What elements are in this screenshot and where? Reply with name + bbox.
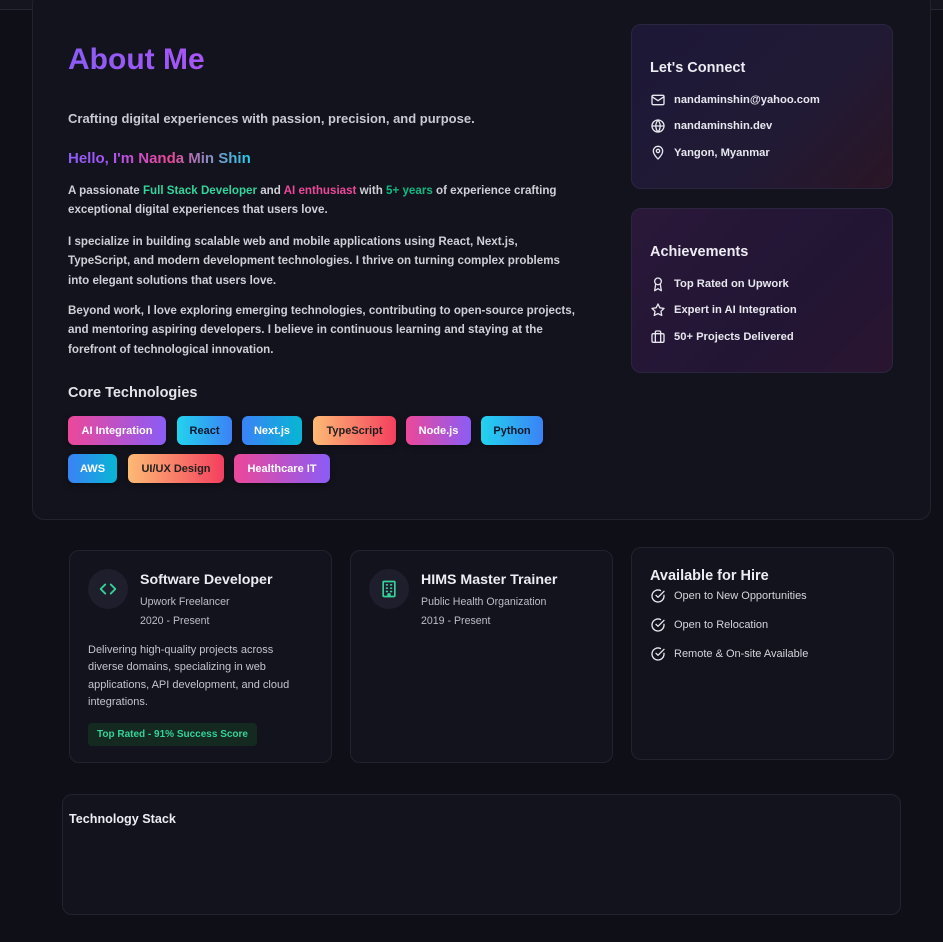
- experience-title: Software Developer: [140, 572, 273, 588]
- achievements-title: Achievements: [650, 244, 749, 260]
- tag-aws[interactable]: AWS: [68, 454, 117, 483]
- tag-nodejs[interactable]: Node.js: [406, 416, 471, 445]
- experience-card-software-developer: Software Developer Upwork Freelancer 202…: [69, 550, 332, 763]
- tag-react[interactable]: React: [177, 416, 232, 445]
- tag-python[interactable]: Python: [481, 416, 543, 445]
- beyond-work-paragraph: Beyond work, I love exploring emerging t…: [68, 304, 575, 356]
- core-technologies-heading: Core Technologies: [68, 385, 198, 401]
- building-icon: [369, 569, 409, 609]
- achievement-item: Top Rated on Upwork: [650, 276, 789, 292]
- briefcase-icon: [650, 329, 666, 345]
- ai-highlight: AI enthusiast: [283, 184, 357, 197]
- star-icon: [650, 302, 666, 318]
- experience-card-hims-trainer: HIMS Master Trainer Public Health Organi…: [350, 550, 613, 763]
- connect-card: Let's Connect nandaminshin@yahoo.com nan…: [631, 24, 893, 189]
- tagline: Crafting digital experiences with passio…: [68, 111, 475, 126]
- availability-item: Open to Relocation: [650, 617, 768, 633]
- achievement-item: Expert in AI Integration: [650, 302, 797, 318]
- mail-icon: [650, 92, 666, 108]
- technology-stack-title: Technology Stack: [69, 812, 176, 826]
- availability-item: Remote & On-site Available: [650, 646, 808, 662]
- email-link[interactable]: nandaminshin@yahoo.com: [650, 92, 820, 108]
- check-circle-icon: [650, 588, 666, 604]
- globe-icon: [650, 118, 666, 134]
- tag-healthcare-it[interactable]: Healthcare IT: [234, 454, 330, 483]
- experience-org: Public Health Organization: [421, 596, 547, 608]
- intro-paragraph: A passionate Full Stack Developer and AI…: [68, 184, 557, 217]
- availability-card: Available for Hire Open to New Opportuni…: [631, 547, 894, 760]
- tag-uiux-design[interactable]: UI/UX Design: [128, 454, 224, 483]
- code-icon: [88, 569, 128, 609]
- check-circle-icon: [650, 617, 666, 633]
- map-pin-icon: [650, 145, 666, 161]
- award-icon: [650, 276, 666, 292]
- success-badge: Top Rated - 91% Success Score: [88, 723, 257, 746]
- achievement-item: 50+ Projects Delivered: [650, 329, 794, 345]
- connect-title: Let's Connect: [650, 60, 746, 76]
- role-highlight: Full Stack Developer: [142, 184, 257, 197]
- website-link[interactable]: nandaminshin.dev: [650, 118, 772, 134]
- technology-stack-section: Technology Stack: [62, 794, 901, 915]
- experience-period: 2020 - Present: [140, 615, 210, 627]
- experience-period: 2019 - Present: [421, 615, 491, 627]
- check-circle-icon: [650, 646, 666, 662]
- availability-item: Open to New Opportunities: [650, 588, 807, 604]
- achievements-card: Achievements Top Rated on Upwork Expert …: [631, 208, 893, 373]
- location-item: Yangon, Myanmar: [650, 145, 770, 161]
- years-highlight: 5+ years: [386, 184, 433, 197]
- page-title: About Me: [68, 43, 205, 76]
- tag-typescript[interactable]: TypeScript: [313, 416, 396, 445]
- skills-paragraph: I specialize in building scalable web an…: [68, 235, 560, 287]
- availability-title: Available for Hire: [650, 568, 769, 584]
- experience-description: Delivering high-quality projects across …: [88, 644, 290, 708]
- tag-ai-integration[interactable]: AI Integration: [68, 416, 166, 445]
- experience-title: HIMS Master Trainer: [421, 572, 558, 588]
- tag-nextjs[interactable]: Next.js: [242, 416, 302, 445]
- experience-org: Upwork Freelancer: [140, 596, 230, 608]
- greeting-heading: Hello, I'm Nanda Min Shin: [68, 150, 251, 167]
